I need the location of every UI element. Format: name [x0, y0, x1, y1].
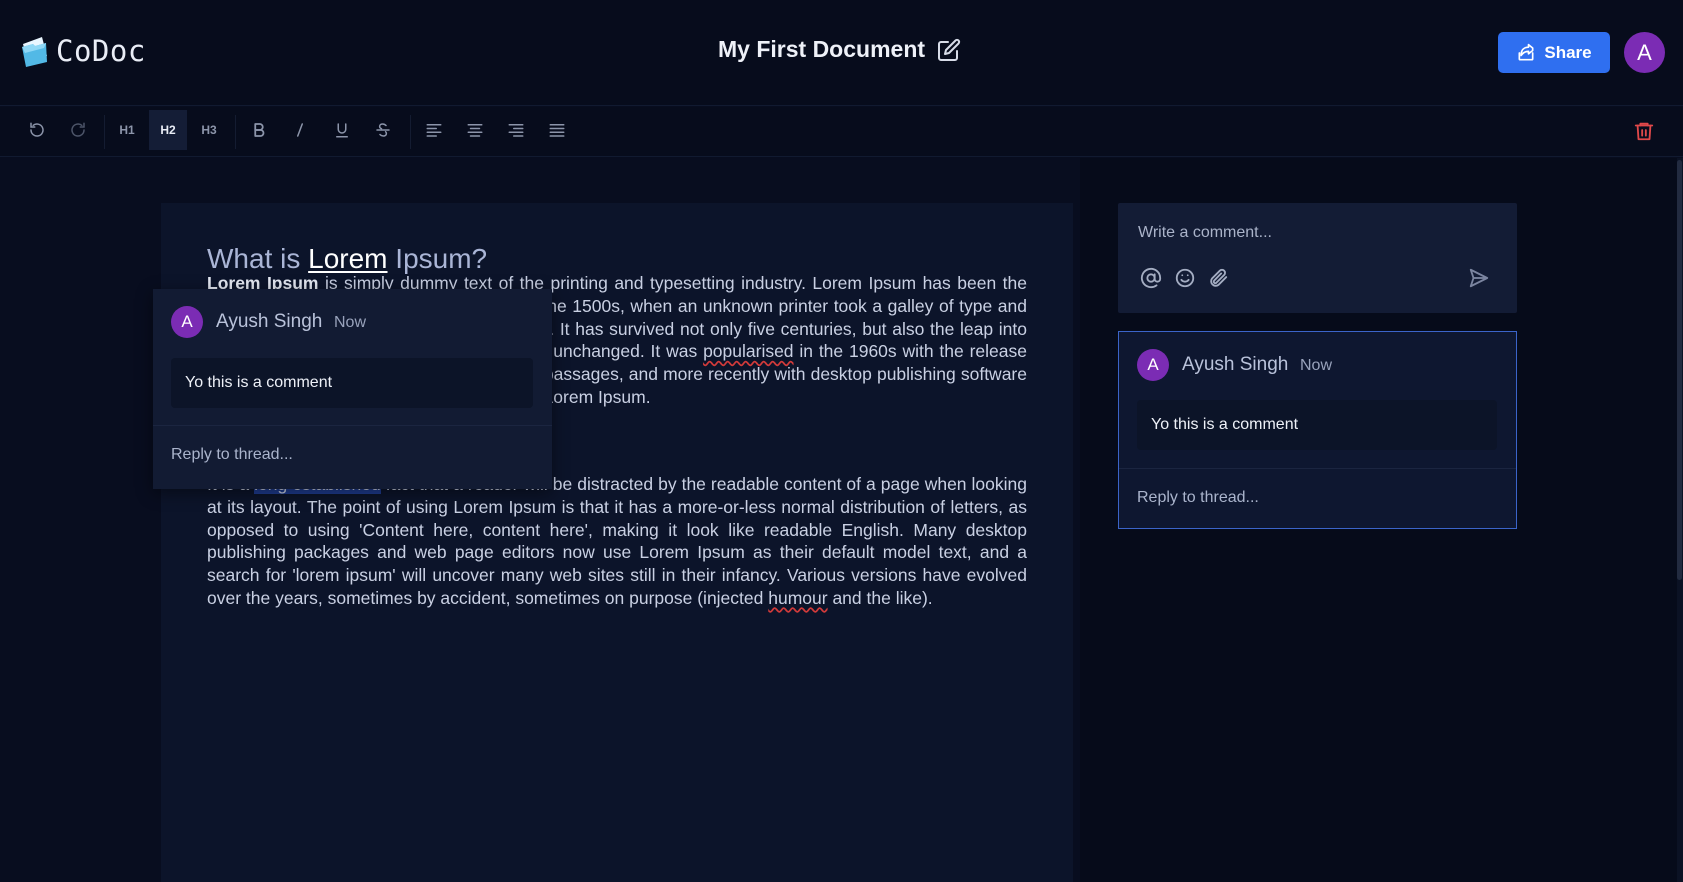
trash-icon[interactable]: [1633, 120, 1655, 142]
toolbar-divider: [235, 115, 236, 149]
smile-icon[interactable]: [1174, 267, 1196, 289]
paragraph-2[interactable]: It is a long established fact that a rea…: [207, 473, 1027, 610]
reply-input[interactable]: Reply to thread...: [1137, 489, 1259, 507]
paragraph-2-text-c: and the like).: [827, 587, 933, 608]
app-logo[interactable]: CoDoc: [20, 34, 146, 68]
divider: [153, 425, 552, 426]
align-left-button[interactable]: [415, 110, 453, 150]
comment-author: Ayush Singh: [216, 311, 323, 332]
strikethrough-button[interactable]: [364, 110, 402, 150]
comment-author: Ayush Singh: [1182, 354, 1289, 375]
bold-button[interactable]: [240, 110, 278, 150]
align-justify-button[interactable]: [538, 110, 576, 150]
align-left-icon: [426, 124, 442, 137]
avatar: A: [1137, 349, 1169, 381]
new-comment-box: Write a comment...: [1118, 203, 1517, 313]
at-sign-icon[interactable]: [1140, 267, 1162, 289]
paperclip-icon[interactable]: [1207, 267, 1229, 289]
user-avatar[interactable]: A: [1624, 32, 1665, 73]
comment-time: Now: [334, 314, 367, 331]
heading2-button[interactable]: H2: [149, 110, 187, 150]
edit-icon[interactable]: [937, 38, 961, 62]
align-right-icon: [508, 124, 524, 137]
heading3-button[interactable]: H3: [190, 110, 228, 150]
formatting-toolbar: H1 H2 H3: [0, 107, 1683, 157]
comment-thread[interactable]: A Ayush Singh Now Yo this is a comment R…: [1118, 331, 1517, 529]
divider: [1119, 468, 1516, 469]
align-center-button[interactable]: [456, 110, 494, 150]
comment-body: Yo this is a comment: [171, 358, 533, 408]
app-header: CoDoc My First Document Share A: [0, 0, 1683, 106]
redo-icon: [71, 122, 85, 137]
align-center-icon: [467, 124, 483, 137]
redo-button[interactable]: [59, 110, 97, 150]
comment-popup: A Ayush Singh Now Yo this is a comment R…: [153, 289, 552, 489]
heading1-button[interactable]: H1: [108, 110, 146, 150]
share-button[interactable]: Share: [1498, 32, 1610, 73]
align-justify-icon: [549, 124, 565, 137]
undo-icon: [30, 122, 44, 137]
italic-icon: [297, 123, 303, 137]
toolbar-divider: [410, 115, 411, 149]
document-title-group: My First Document: [718, 36, 961, 63]
align-right-button[interactable]: [497, 110, 535, 150]
document-title[interactable]: My First Document: [718, 36, 925, 63]
misspelled-word[interactable]: popularised: [703, 341, 793, 361]
scrollbar-thumb[interactable]: [1677, 160, 1682, 580]
comment-time: Now: [1300, 357, 1333, 374]
underline-icon: [336, 123, 348, 138]
comment-input[interactable]: Write a comment...: [1138, 224, 1272, 242]
reply-input[interactable]: Reply to thread...: [171, 446, 293, 464]
toolbar-divider: [104, 115, 105, 149]
strikethrough-icon: [376, 123, 390, 137]
document-heading[interactable]: What is Lorem Ipsum?: [207, 243, 487, 275]
heading-text-start: What is: [207, 243, 309, 274]
italic-button[interactable]: [281, 110, 319, 150]
avatar: A: [171, 306, 203, 338]
undo-button[interactable]: [18, 110, 56, 150]
misspelled-word[interactable]: humour: [768, 588, 827, 608]
underline-button[interactable]: [323, 110, 361, 150]
heading-text-bold: Lorem: [308, 243, 388, 274]
comment-body: Yo this is a comment: [1137, 400, 1497, 450]
folder-paper-icon: [22, 37, 47, 67]
heading-text-end: Ipsum?: [387, 243, 488, 274]
app-name: CoDoc: [56, 34, 146, 68]
send-icon[interactable]: [1468, 267, 1490, 289]
bold-icon: [254, 123, 265, 137]
share-button-label: Share: [1544, 42, 1592, 62]
share-icon: [1518, 43, 1534, 61]
